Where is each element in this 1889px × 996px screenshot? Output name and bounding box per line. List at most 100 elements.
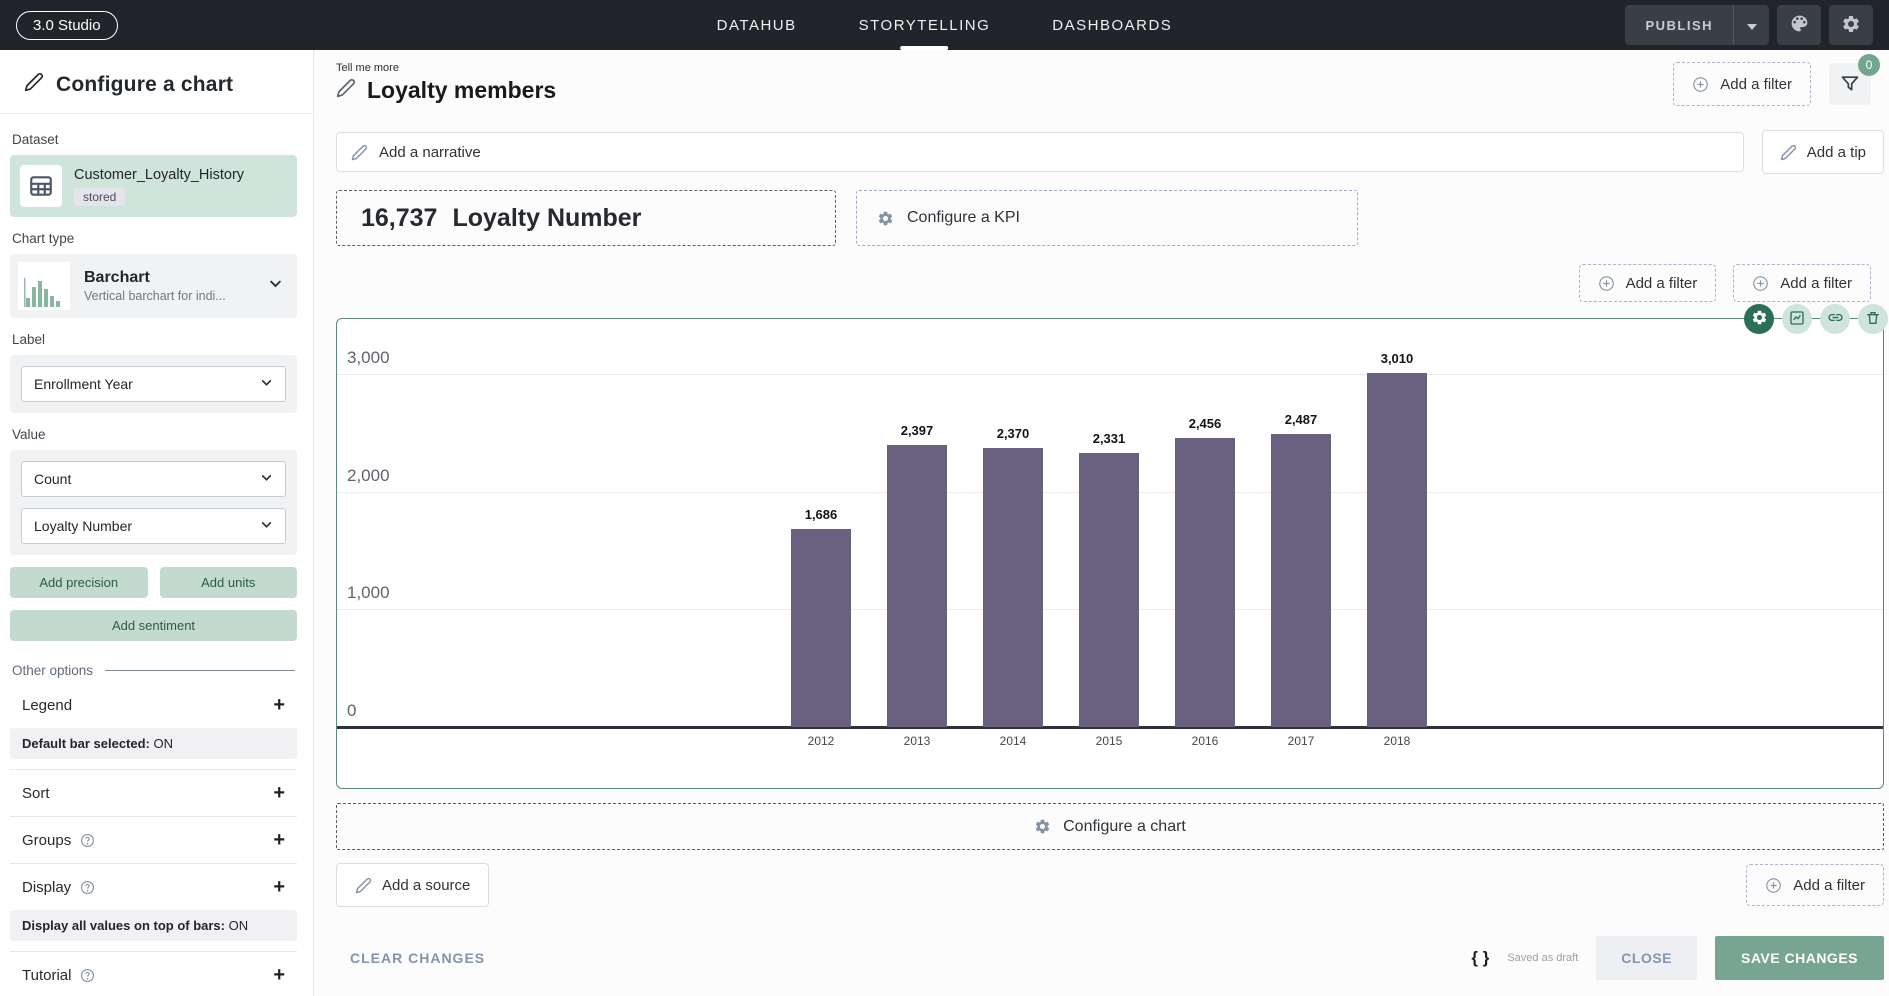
bar-2015[interactable] — [1079, 453, 1139, 727]
line-chart-icon — [1789, 310, 1805, 329]
dataset-name: Customer_Loyalty_History — [74, 167, 244, 183]
link-icon — [1827, 309, 1844, 329]
chart-delete-button[interactable] — [1858, 304, 1888, 334]
chart-trend-button[interactable] — [1782, 304, 1812, 334]
help-icon[interactable] — [80, 968, 95, 983]
bar-2012[interactable] — [791, 529, 851, 727]
plus-circle-icon — [1692, 76, 1709, 93]
other-options-label: Other options — [12, 663, 93, 678]
tab-dashboards[interactable]: DASHBOARDS — [1052, 0, 1172, 50]
add-filter-bottom-button[interactable]: Add a filter — [1746, 864, 1884, 906]
add-source-label: Add a source — [382, 877, 470, 894]
expand-plus-icon[interactable]: + — [273, 783, 285, 803]
bar-value-label: 2,487 — [1261, 412, 1341, 427]
option-row-sort[interactable]: Sort+ — [10, 770, 297, 816]
expand-plus-icon[interactable]: + — [273, 695, 285, 715]
x-tick-label: 2013 — [887, 734, 947, 748]
help-icon[interactable] — [80, 880, 95, 895]
add-filter-button-2[interactable]: Add a filter — [1733, 264, 1871, 302]
kpi-row: 16,737 Loyalty Number Configure a KPI — [336, 190, 1884, 246]
chart-filter-row: Add a filter Add a filter — [336, 264, 1871, 302]
gear-icon — [877, 210, 894, 227]
edit-title-pencil-icon[interactable] — [336, 78, 356, 103]
clear-changes-button[interactable]: CLEAR CHANGES — [350, 950, 485, 966]
expand-plus-icon[interactable]: + — [273, 965, 285, 985]
caret-down-icon — [1747, 18, 1757, 33]
bar-2016[interactable] — [1175, 438, 1235, 727]
x-tick-label: 2017 — [1271, 734, 1331, 748]
add-filter-button-1[interactable]: Add a filter — [1579, 264, 1717, 302]
option-row-tutorial[interactable]: Tutorial+ — [10, 952, 297, 996]
bar-2014[interactable] — [983, 448, 1043, 727]
chart-container[interactable]: 01,0002,0003,0001,68620122,39720132,3702… — [336, 318, 1884, 789]
pencil-icon — [24, 72, 44, 97]
chart-settings-button[interactable] — [1744, 304, 1774, 334]
plus-circle-icon — [1752, 275, 1769, 292]
add-units-button[interactable]: Add units — [160, 567, 298, 598]
add-sentiment-button[interactable]: Add sentiment — [10, 610, 297, 641]
chart-link-button[interactable] — [1820, 304, 1850, 334]
dataset-card[interactable]: Customer_Loyalty_History stored — [10, 155, 297, 217]
pencil-icon — [1780, 144, 1797, 161]
add-tip-button[interactable]: Add a tip — [1762, 130, 1884, 174]
theme-palette-button[interactable] — [1777, 5, 1821, 45]
tab-storytelling[interactable]: STORYTELLING — [859, 0, 991, 50]
add-source-button[interactable]: Add a source — [336, 863, 489, 907]
option-note: Default bar selected: ON — [10, 728, 297, 759]
help-icon[interactable] — [80, 833, 95, 848]
label-select[interactable]: Enrollment Year — [21, 366, 286, 402]
expand-plus-icon[interactable]: + — [273, 830, 285, 850]
value-field-select[interactable]: Loyalty Number — [21, 508, 286, 544]
y-tick-label: 2,000 — [347, 466, 390, 486]
kpi-card[interactable]: 16,737 Loyalty Number — [336, 190, 836, 246]
table-icon — [20, 165, 62, 207]
publish-button[interactable]: PUBLISH — [1625, 5, 1733, 45]
chevron-down-icon — [260, 518, 273, 534]
saved-status: Saved as draft — [1507, 952, 1578, 964]
plus-circle-icon — [1598, 275, 1615, 292]
x-tick-label: 2018 — [1367, 734, 1427, 748]
close-button[interactable]: CLOSE — [1596, 936, 1697, 980]
gear-icon — [1751, 309, 1768, 329]
configure-kpi-button[interactable]: Configure a KPI — [856, 190, 1358, 246]
x-tick-label: 2016 — [1175, 734, 1235, 748]
chart-type-selector[interactable]: Barchart Vertical barchart for indi... — [10, 254, 297, 318]
storytelling-main: Tell me more Loyalty members Add a filte… — [314, 50, 1889, 996]
option-label: Display — [22, 879, 71, 896]
save-changes-button[interactable]: SAVE CHANGES — [1715, 936, 1884, 980]
option-row-legend[interactable]: Legend+ — [10, 682, 297, 728]
code-braces-icon[interactable]: { } — [1471, 948, 1489, 968]
bar-2018[interactable] — [1367, 373, 1427, 727]
x-tick-label: 2014 — [983, 734, 1043, 748]
value-aggregation-select[interactable]: Count — [21, 461, 286, 497]
bar-value-label: 2,456 — [1165, 416, 1245, 431]
publish-group: PUBLISH — [1625, 5, 1769, 45]
chart-toolbar — [1744, 304, 1888, 334]
footer-bar: CLEAR CHANGES { } Saved as draft CLOSE S… — [336, 936, 1884, 996]
sidebar-header: Configure a chart — [0, 50, 313, 113]
configure-kpi-label: Configure a KPI — [907, 209, 1020, 227]
add-precision-button[interactable]: Add precision — [10, 567, 148, 598]
chart-type-description: Vertical barchart for indi... — [84, 289, 226, 303]
studio-version-badge[interactable]: 3.0 Studio — [16, 11, 118, 40]
value-field-value: Loyalty Number — [34, 518, 132, 534]
tab-datahub[interactable]: DATAHUB — [717, 0, 797, 50]
option-label: Groups — [22, 832, 71, 849]
chevron-down-icon — [260, 471, 273, 487]
add-filter-top-button[interactable]: Add a filter — [1673, 62, 1811, 106]
footer-actions: { } Saved as draft CLOSE SAVE CHANGES — [1471, 936, 1884, 980]
source-row: Add a source Add a filter — [336, 863, 1884, 907]
bar-2017[interactable] — [1271, 434, 1331, 727]
settings-button[interactable] — [1829, 5, 1873, 45]
palette-icon — [1789, 13, 1810, 37]
option-row-display[interactable]: Display + — [10, 864, 297, 910]
add-narrative-input[interactable]: Add a narrative — [336, 132, 1744, 172]
option-row-groups[interactable]: Groups + — [10, 817, 297, 863]
publish-dropdown-caret[interactable] — [1733, 5, 1769, 45]
divider — [105, 670, 295, 671]
expand-plus-icon[interactable]: + — [273, 877, 285, 897]
configure-chart-label: Configure a chart — [1063, 818, 1186, 836]
bar-2013[interactable] — [887, 445, 947, 727]
configure-chart-button[interactable]: Configure a chart — [336, 803, 1884, 850]
header-actions: Add a filter 0 — [1673, 62, 1871, 106]
